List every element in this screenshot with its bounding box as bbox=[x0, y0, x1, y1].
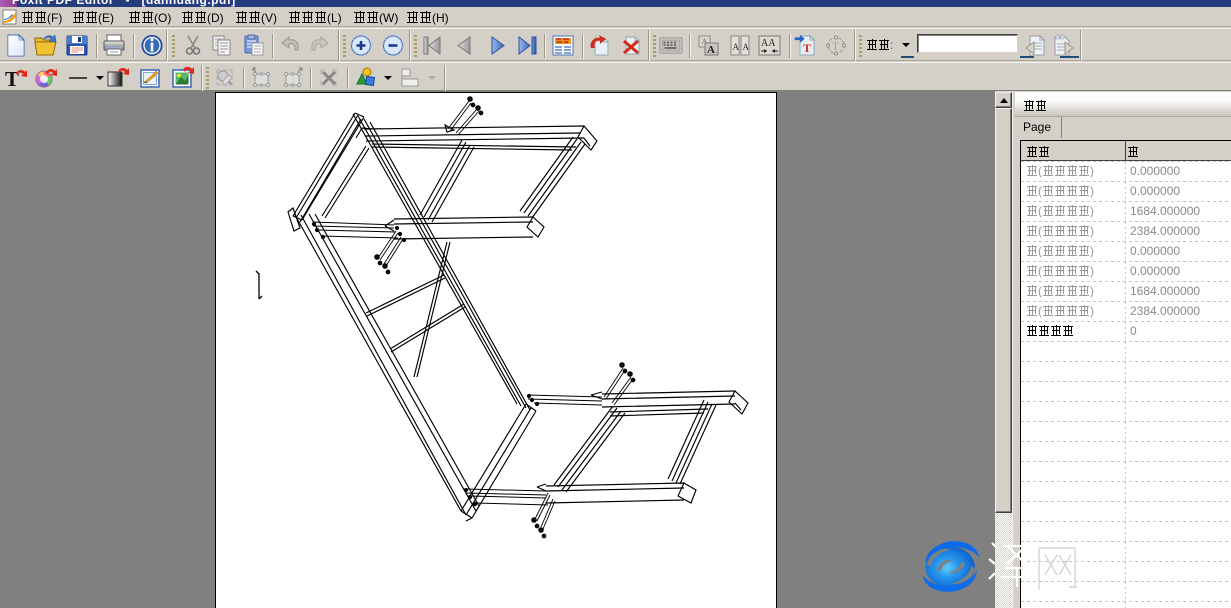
svg-text:T: T bbox=[833, 42, 839, 53]
svg-text:T: T bbox=[803, 41, 811, 55]
svg-text:A: A bbox=[733, 42, 740, 52]
svg-text:AA: AA bbox=[761, 38, 776, 49]
svg-text:A: A bbox=[707, 44, 715, 56]
svg-text:T: T bbox=[5, 67, 19, 89]
svg-text:A: A bbox=[743, 42, 750, 52]
